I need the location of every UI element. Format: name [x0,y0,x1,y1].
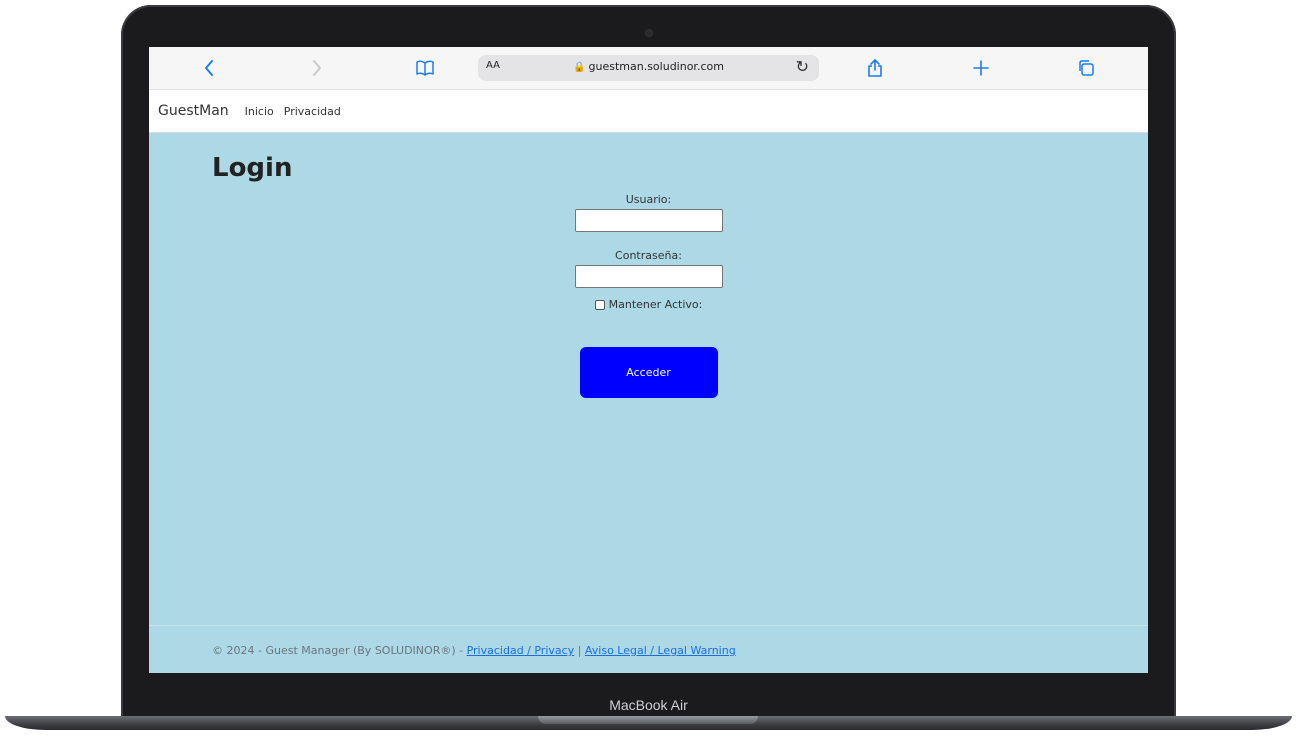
login-form: Usuario: Contraseña: Mantener Activo: Ac… [149,193,1148,398]
laptop-notch [538,716,758,724]
password-label: Contraseña: [615,249,682,262]
username-input[interactable] [574,209,723,232]
device-label: MacBook Air [609,697,688,713]
privacy-link[interactable]: Privacidad / Privacy [467,644,575,657]
remember-row: Mantener Activo: [149,298,1148,311]
remember-label: Mantener Activo: [608,298,703,311]
site-footer: © 2024 - Guest Manager (By SOLUDINOR®) -… [149,625,1148,673]
username-label: Usuario: [625,193,672,206]
address-bar[interactable]: AA 🔒 guestman.soludinor.com ↻ [478,55,819,81]
tabs-icon[interactable] [1074,55,1098,81]
nav-link-inicio[interactable]: Inicio [245,105,274,118]
password-input[interactable] [574,265,723,288]
browser-toolbar: AA 🔒 guestman.soludinor.com ↻ [149,47,1148,90]
back-icon[interactable] [197,55,221,81]
nav-link-privacidad[interactable]: Privacidad [284,105,341,118]
site-brand-link[interactable]: GuestMan [158,103,229,119]
book-icon[interactable] [413,55,437,81]
legal-link[interactable]: Aviso Legal / Legal Warning [585,644,736,657]
submit-button[interactable]: Acceder [579,347,718,398]
url-display: 🔒 guestman.soludinor.com [478,60,819,73]
browser-screen: AA 🔒 guestman.soludinor.com ↻ GuestMan In… [149,47,1148,673]
camera-icon [646,30,652,36]
url-text: guestman.soludinor.com [588,60,724,73]
copyright-text: © 2024 - Guest Manager (By SOLUDINOR®) - [212,644,467,657]
lock-icon: 🔒 [573,62,586,73]
remember-checkbox[interactable] [594,299,605,310]
footer-separator: | [574,644,585,657]
new-tab-icon[interactable] [969,55,993,81]
forward-icon[interactable] [305,55,329,81]
reload-icon[interactable]: ↻ [796,57,809,76]
site-navbar: GuestMan Inicio Privacidad [149,90,1148,133]
share-icon[interactable] [863,55,887,81]
page-title: Login [212,153,293,183]
